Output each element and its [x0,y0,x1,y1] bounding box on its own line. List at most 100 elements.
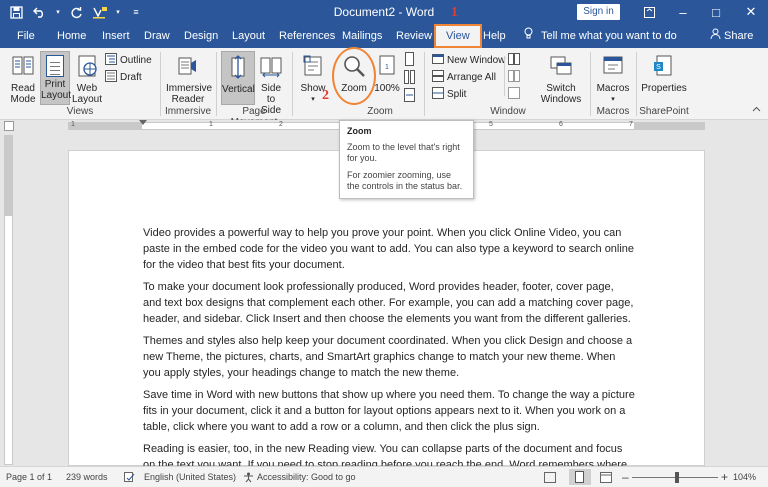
print-layout-status-icon [574,471,585,485]
ribbon: Read Mode Print Layout Web Layout Outlin… [0,48,768,128]
paragraph[interactable]: To make your document look professionall… [143,279,635,327]
vertical-button[interactable]: Vertical [221,51,255,105]
page-width-icon [404,88,415,105]
tab-review[interactable]: Review [396,24,432,48]
proofing-icon[interactable] [124,472,135,484]
new-window-icon [432,53,444,68]
word-count[interactable]: 239 words [66,472,108,482]
properties-icon: S [640,54,688,81]
minimize-icon[interactable]: – [666,0,700,24]
tab-design[interactable]: Design [184,24,218,48]
paragraph[interactable]: Themes and styles also help keep your do… [143,333,635,381]
zoom-out-button[interactable]: – [622,470,629,484]
tab-view[interactable]: View [434,24,482,48]
side-to-side-button[interactable]: Side to Side [256,52,286,116]
synchronous-scrolling-button[interactable] [508,70,520,85]
zoom-level[interactable]: 104% [733,472,756,482]
multiple-pages-icon [404,70,415,87]
side-to-side-icon [256,54,286,81]
new-window-button[interactable]: New Window [432,53,505,68]
zoom-in-button[interactable]: + [721,470,728,484]
tell-me-label: Tell me what you want to do [541,30,677,42]
status-bar: Page 1 of 1 239 words English (United St… [0,466,768,487]
sync-scroll-icon [508,70,520,85]
macros-label: Macros [596,83,630,94]
tab-help[interactable]: Help [483,24,506,48]
macros-button[interactable]: Macros ▾ [594,52,632,104]
switch-windows-button[interactable]: Switch Windows [540,52,582,105]
collapse-ribbon-icon[interactable] [752,106,761,112]
indent-marker-icon[interactable] [139,120,147,125]
annotation-step-2: 2 [322,88,329,103]
immersive-reader-icon [166,54,210,81]
close-icon[interactable]: ✕ [734,0,768,24]
window-group-label: Window [490,106,526,117]
print-layout-button[interactable]: Print Layout [40,51,71,105]
zoom-slider-thumb[interactable] [674,472,679,483]
tab-selector-icon[interactable] [4,121,14,131]
tab-file[interactable]: File [17,24,35,48]
ribbon-display-options-icon[interactable] [632,0,666,24]
web-layout-view-icon[interactable] [600,472,612,485]
reset-window-position-button[interactable] [508,87,520,102]
zoom-highlight-circle [332,47,376,105]
tooltip-description: Zoom to the level that's right for you. [347,142,460,163]
tab-layout[interactable]: Layout [232,24,265,48]
language-indicator[interactable]: English (United States) [144,472,236,482]
one-page-button[interactable] [404,52,415,69]
macros-group-label: Macros [596,106,630,117]
paragraph[interactable]: Video provides a powerful way to help yo… [143,225,635,273]
zoom-group-label: Zoom [367,106,393,117]
sharepoint-group-label: SharePoint [639,106,689,117]
focus-mode-icon[interactable] [544,472,556,485]
read-mode-button[interactable]: Read Mode [6,52,40,105]
tab-references[interactable]: References [279,24,335,48]
views-group-label: Views [66,106,94,117]
view-side-by-side-button[interactable] [508,53,520,68]
group-separator [590,52,591,116]
macros-dropdown-icon: ▾ [611,96,615,103]
outline-button[interactable]: Outline [105,53,152,68]
page-count[interactable]: Page 1 of 1 [6,472,52,482]
group-separator [292,52,293,116]
page-width-button[interactable] [404,88,415,105]
zoom-100-label: 100% [374,83,400,94]
outline-label: Outline [120,55,152,66]
ruler-number: 1 [71,121,75,128]
immersive-reader-button[interactable]: Immersive Reader [166,52,212,105]
split-button[interactable]: Split [432,87,466,102]
read-mode-label: Read Mode [10,83,36,105]
split-label: Split [447,89,467,100]
web-layout-label: Web Layout [72,83,103,105]
share-label: Share [724,30,754,42]
svg-text:1: 1 [385,64,389,71]
switch-windows-label: Switch Windows [540,83,582,105]
ruler-number: 6 [559,121,563,128]
tab-home[interactable]: Home [57,24,86,48]
paragraph[interactable]: Save time in Word with new buttons that … [143,387,635,435]
web-layout-button[interactable]: Web Layout [72,52,103,105]
arrange-all-icon [432,70,444,85]
vertical-ruler[interactable] [4,135,13,465]
macros-icon [594,54,632,81]
ruler-right-margin [634,123,704,129]
annotation-step-1: 1 [451,5,458,20]
split-icon [432,87,444,102]
vertical-ruler-margin [5,136,12,216]
arrange-all-button[interactable]: Arrange All [432,70,496,85]
hundred-percent-icon: 1 [373,54,401,81]
tab-draw[interactable]: Draw [144,24,170,48]
properties-button[interactable]: S Properties [640,52,688,104]
multiple-pages-button[interactable] [404,70,415,87]
share-button[interactable]: Share [710,24,753,48]
outline-icon [105,53,117,68]
tab-insert[interactable]: Insert [102,24,130,48]
draft-button[interactable]: Draft [105,70,142,85]
side-by-side-icon [508,53,520,68]
tell-me-search[interactable]: Tell me what you want to do [524,24,677,48]
zoom-100-button[interactable]: 1 100% [373,52,401,104]
maximize-icon[interactable]: □ [699,0,733,24]
sign-in-button[interactable]: Sign in [577,4,620,20]
tab-mailings[interactable]: Mailings [342,24,382,48]
accessibility-status[interactable]: Accessibility: Good to go [257,472,356,482]
